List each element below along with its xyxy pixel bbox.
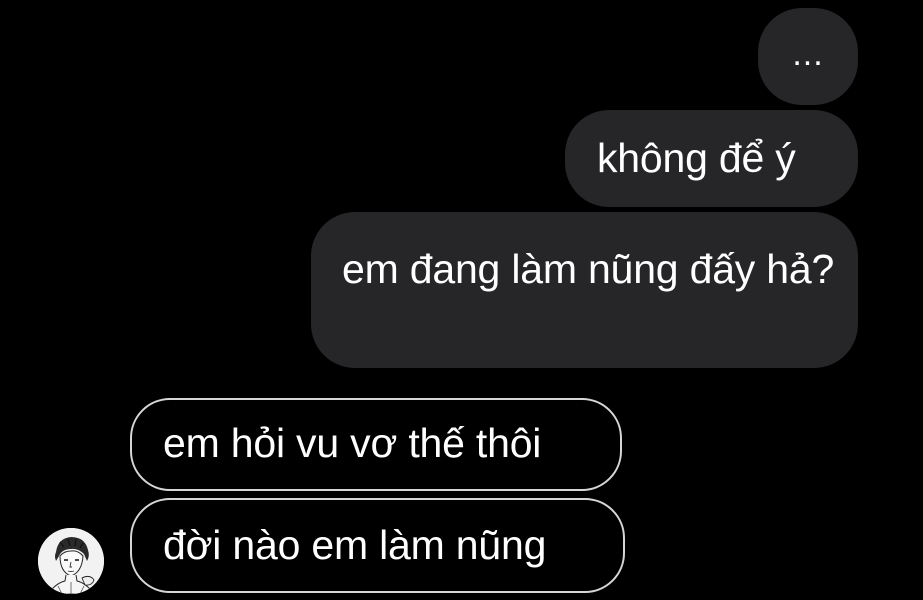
- received-message-bubble[interactable]: em hỏi vu vơ thế thôi: [130, 398, 622, 491]
- message-text: em hỏi vu vơ thế thôi: [163, 420, 542, 466]
- message-text: không để ý: [597, 135, 796, 181]
- sent-message-bubble[interactable]: không để ý: [565, 110, 858, 207]
- sent-message-bubble[interactable]: em đang làm nũng đấy hả?: [311, 212, 858, 368]
- received-message-bubble[interactable]: đời nào em làm nũng: [130, 498, 625, 593]
- message-text: đời nào em làm nũng: [163, 522, 547, 568]
- sketch-portrait-avatar-icon: [38, 528, 104, 594]
- message-text: em đang làm nũng đấy hả?: [342, 246, 835, 292]
- contact-avatar[interactable]: [38, 528, 104, 594]
- message-thread: ... không để ý em đang làm nũng đấy hả? …: [0, 0, 923, 600]
- sent-message-bubble[interactable]: ...: [758, 8, 858, 105]
- message-text: ...: [792, 35, 824, 73]
